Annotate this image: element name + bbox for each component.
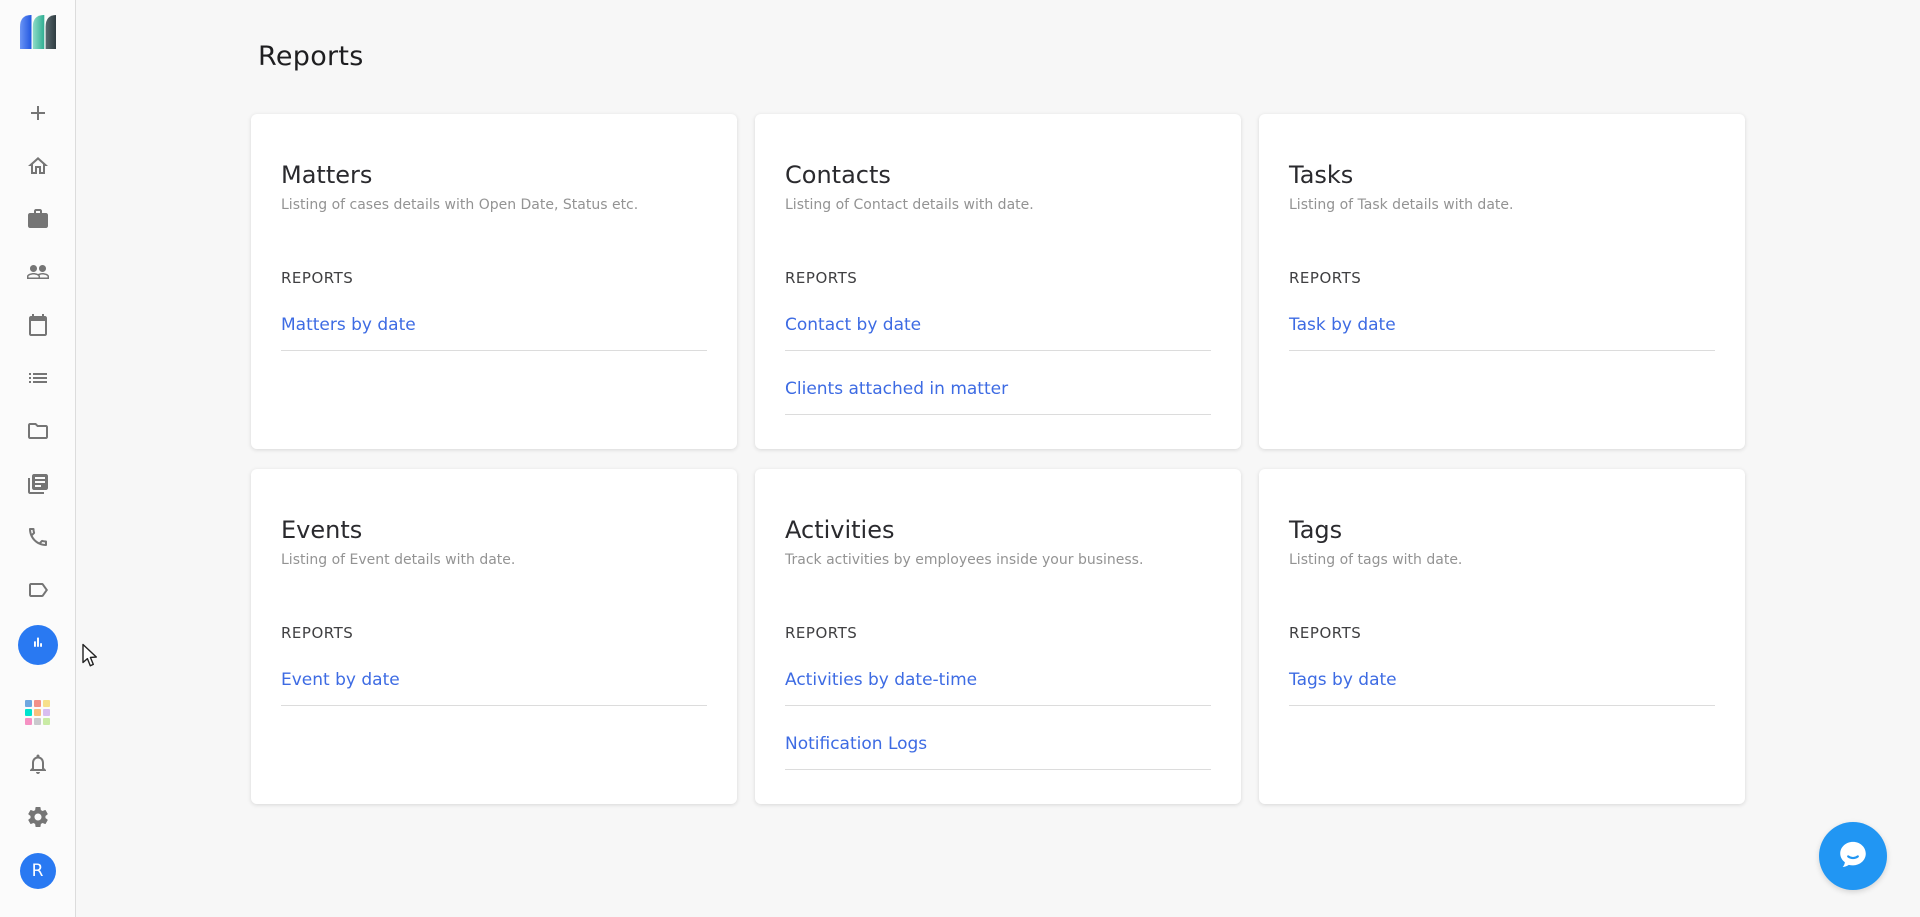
report-card: Tags Listing of tags with date. REPORTS …	[1259, 469, 1745, 804]
sidebar-item-briefcase[interactable]	[26, 209, 50, 233]
card-links: Matters by date	[281, 287, 707, 351]
main-content: Reports Matters Listing of cases details…	[76, 0, 1920, 917]
card-section-label: REPORTS	[1289, 269, 1715, 287]
sidebar-item-gear[interactable]	[26, 807, 50, 831]
sidebar-item-phone[interactable]	[26, 527, 50, 551]
card-title: Tasks	[1289, 160, 1715, 190]
sidebar-item-list[interactable]	[26, 368, 50, 392]
report-link[interactable]: Activities by date-time	[785, 642, 1211, 706]
card-description: Listing of Event details with date.	[281, 551, 707, 570]
tag-icon	[26, 578, 50, 606]
report-link[interactable]: Clients attached in matter	[785, 351, 1211, 415]
sidebar-item-tag[interactable]	[26, 580, 50, 604]
bar-chart-icon	[28, 633, 48, 657]
sidebar-item-folder[interactable]	[26, 421, 50, 445]
app-root: R Reports Matters Listing of cases detai…	[0, 0, 1920, 917]
chat-widget-button[interactable]	[1819, 822, 1887, 890]
card-section-label: REPORTS	[281, 624, 707, 642]
card-links: Contact by dateClients attached in matte…	[785, 287, 1211, 415]
report-card: Tasks Listing of Task details with date.…	[1259, 114, 1745, 449]
card-title: Contacts	[785, 160, 1211, 190]
sidebar-nav: R	[18, 103, 58, 889]
phone-icon	[26, 525, 50, 553]
plus-icon	[26, 101, 50, 129]
report-link[interactable]: Task by date	[1289, 287, 1715, 351]
people-icon	[26, 260, 50, 288]
report-link[interactable]: Event by date	[281, 642, 707, 706]
card-description: Listing of Contact details with date.	[785, 196, 1211, 215]
card-section-label: REPORTS	[1289, 624, 1715, 642]
sidebar-item-apps-grid[interactable]	[26, 699, 50, 725]
card-description: Listing of tags with date.	[1289, 551, 1715, 570]
calendar-icon	[26, 313, 50, 341]
sidebar-item-people[interactable]	[26, 262, 50, 286]
card-section-label: REPORTS	[281, 269, 707, 287]
card-title: Activities	[785, 515, 1211, 545]
sidebar: R	[0, 0, 76, 917]
report-link[interactable]: Matters by date	[281, 287, 707, 351]
card-title: Events	[281, 515, 707, 545]
brand-logo[interactable]	[18, 13, 58, 51]
report-link[interactable]: Notification Logs	[785, 706, 1211, 770]
home-icon	[26, 154, 50, 182]
report-card: Contacts Listing of Contact details with…	[755, 114, 1241, 449]
report-card: Events Listing of Event details with dat…	[251, 469, 737, 804]
documents-icon	[26, 472, 50, 500]
card-description: Track activities by employees inside you…	[785, 551, 1211, 570]
bell-icon	[26, 752, 50, 780]
brand-logo-icon	[18, 13, 58, 51]
card-description: Listing of cases details with Open Date,…	[281, 196, 707, 215]
card-links: Activities by date-timeNotification Logs	[785, 642, 1211, 770]
report-card: Matters Listing of cases details with Op…	[251, 114, 737, 449]
list-icon	[26, 366, 50, 394]
user-avatar[interactable]: R	[20, 853, 56, 889]
card-title: Tags	[1289, 515, 1715, 545]
folder-icon	[26, 419, 50, 447]
card-title: Matters	[281, 160, 707, 190]
report-cards-grid: Matters Listing of cases details with Op…	[251, 114, 1745, 804]
report-card: Activities Track activities by employees…	[755, 469, 1241, 804]
card-links: Tags by date	[1289, 642, 1715, 706]
card-section-label: REPORTS	[785, 624, 1211, 642]
sidebar-item-documents[interactable]	[26, 474, 50, 498]
report-link[interactable]: Tags by date	[1289, 642, 1715, 706]
gear-icon	[26, 805, 50, 833]
chat-bubble-icon	[1834, 836, 1872, 877]
briefcase-icon	[26, 207, 50, 235]
sidebar-item-home[interactable]	[26, 156, 50, 180]
sidebar-item-bell[interactable]	[26, 754, 50, 778]
card-links: Task by date	[1289, 287, 1715, 351]
sidebar-item-bar-chart[interactable]	[18, 625, 58, 665]
page-title: Reports	[258, 42, 1745, 72]
card-description: Listing of Task details with date.	[1289, 196, 1715, 215]
apps-grid-icon	[25, 700, 50, 725]
sidebar-item-calendar[interactable]	[26, 315, 50, 339]
report-link[interactable]: Contact by date	[785, 287, 1211, 351]
card-links: Event by date	[281, 642, 707, 706]
sidebar-item-plus[interactable]	[26, 103, 50, 127]
card-section-label: REPORTS	[785, 269, 1211, 287]
